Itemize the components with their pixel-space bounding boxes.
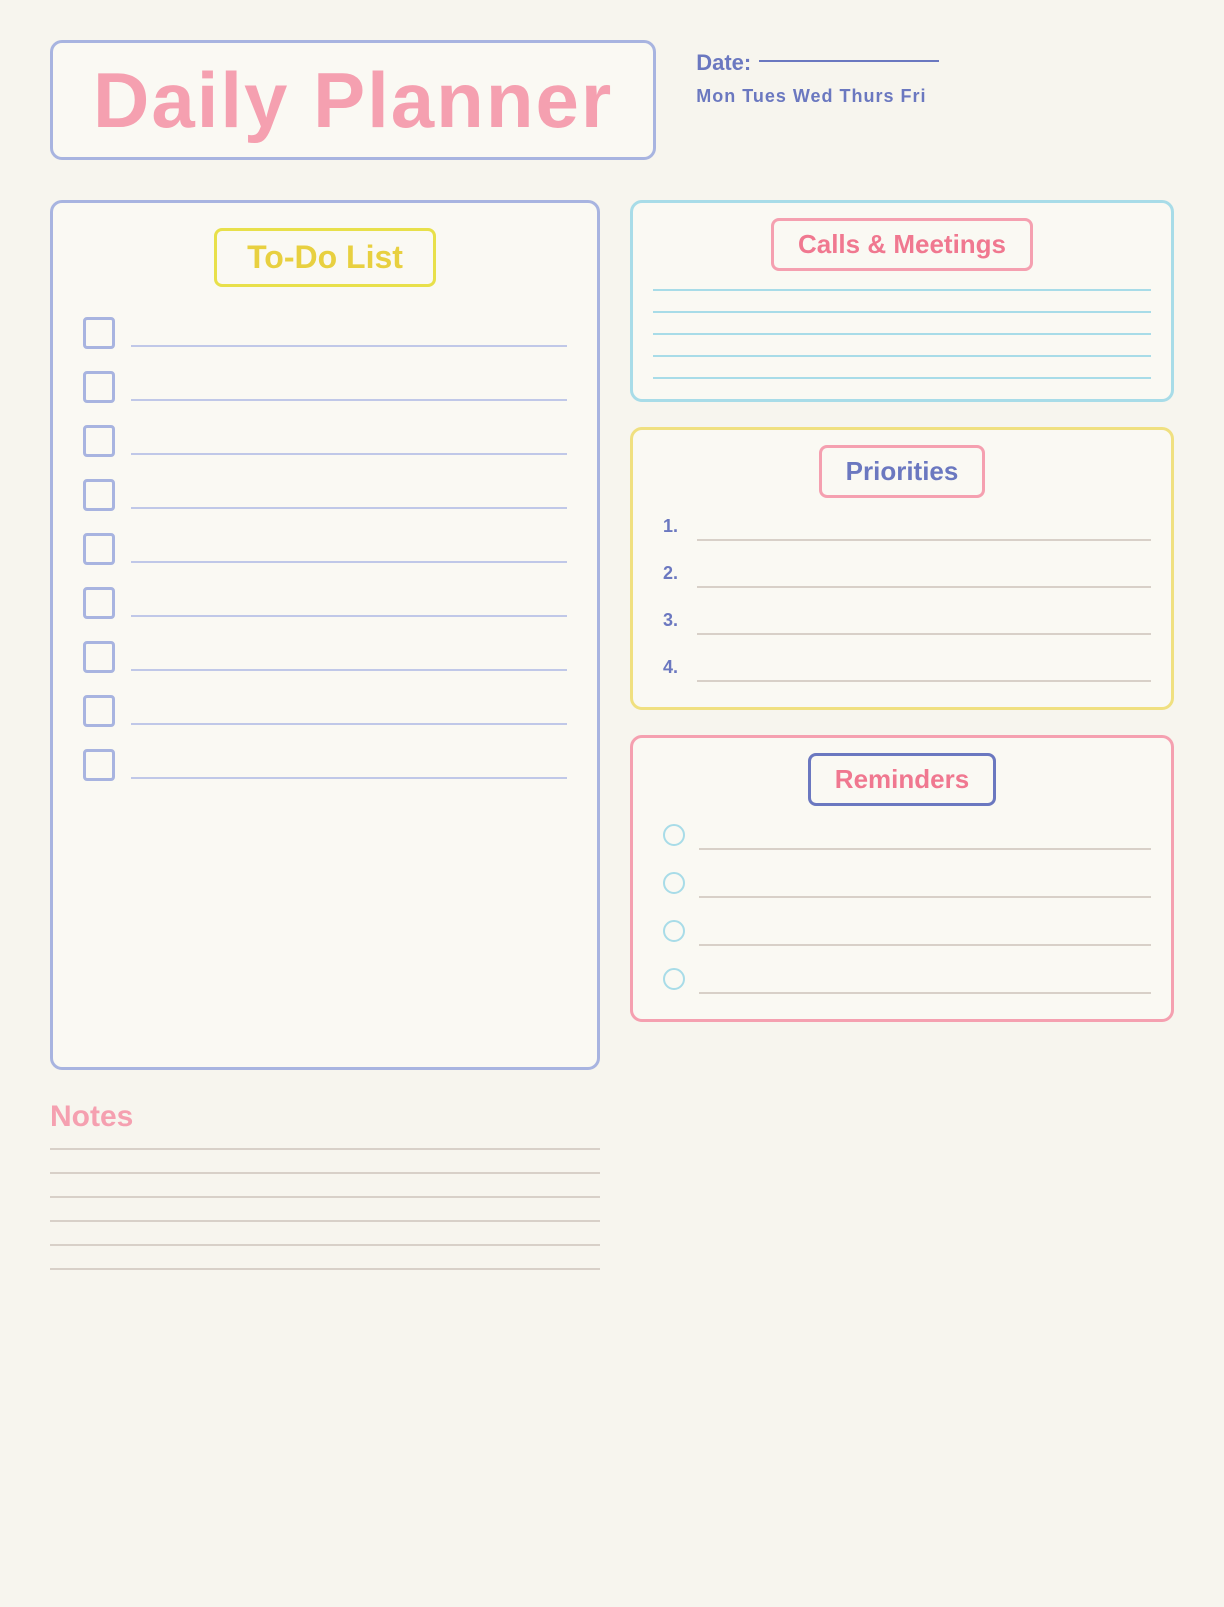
todo-checkbox-2[interactable] <box>83 371 115 403</box>
todo-title-wrapper: To-Do List <box>83 228 567 287</box>
priority-num-4: 4. <box>663 657 687 678</box>
priority-item-4: 4. <box>663 657 1151 682</box>
title-box: Daily Planner <box>50 40 656 160</box>
todo-checkbox-9[interactable] <box>83 749 115 781</box>
main-content: To-Do List <box>50 200 1174 1270</box>
todo-item <box>83 641 567 677</box>
todo-line-4 <box>131 507 567 509</box>
right-column: Calls & Meetings Priorities 1. <box>630 200 1174 1022</box>
todo-line-1 <box>131 345 567 347</box>
priorities-section: Priorities 1. 2. 3. 4. <box>630 427 1174 710</box>
left-column: To-Do List <box>50 200 600 1270</box>
notes-line-1 <box>50 1148 600 1150</box>
todo-checkbox-7[interactable] <box>83 641 115 673</box>
priorities-title: Priorities <box>819 445 986 498</box>
todo-checkbox-5[interactable] <box>83 533 115 565</box>
priority-line-3 <box>697 633 1151 635</box>
todo-line-9 <box>131 777 567 779</box>
todo-checkbox-4[interactable] <box>83 479 115 511</box>
priority-num-3: 3. <box>663 610 687 631</box>
priority-item-1: 1. <box>663 516 1151 541</box>
calls-line-2 <box>653 311 1151 313</box>
reminder-line-4 <box>699 992 1151 994</box>
date-label: Date: <box>696 50 751 76</box>
reminder-line-1 <box>699 848 1151 850</box>
calls-title: Calls & Meetings <box>771 218 1033 271</box>
priority-line-1 <box>697 539 1151 541</box>
reminder-item-2 <box>663 872 1151 898</box>
priority-num-1: 1. <box>663 516 687 537</box>
todo-checkbox-6[interactable] <box>83 587 115 619</box>
priority-item-3: 3. <box>663 610 1151 635</box>
priority-line-4 <box>697 680 1151 682</box>
priority-item-2: 2. <box>663 563 1151 588</box>
reminders-list <box>653 824 1151 994</box>
todo-line-2 <box>131 399 567 401</box>
days-row: Mon Tues Wed Thurs Fri <box>696 86 939 107</box>
notes-line-5 <box>50 1244 600 1246</box>
calls-section: Calls & Meetings <box>630 200 1174 402</box>
todo-line-8 <box>131 723 567 725</box>
todo-item <box>83 533 567 569</box>
reminders-title-wrapper: Reminders <box>653 753 1151 806</box>
todo-item <box>83 695 567 731</box>
calls-line-5 <box>653 377 1151 379</box>
todo-checkbox-8[interactable] <box>83 695 115 727</box>
priorities-title-wrapper: Priorities <box>653 445 1151 498</box>
date-row: Date: <box>696 50 939 76</box>
todo-checkbox-1[interactable] <box>83 317 115 349</box>
reminder-circle-3[interactable] <box>663 920 685 942</box>
reminder-item-3 <box>663 920 1151 946</box>
todo-item <box>83 317 567 353</box>
reminder-circle-1[interactable] <box>663 824 685 846</box>
notes-title: Notes <box>50 1100 600 1134</box>
calls-line-3 <box>653 333 1151 335</box>
reminder-line-2 <box>699 896 1151 898</box>
todo-items <box>83 317 567 785</box>
todo-title: To-Do List <box>214 228 436 287</box>
notes-line-6 <box>50 1268 600 1270</box>
todo-item <box>83 587 567 623</box>
todo-line-6 <box>131 615 567 617</box>
calls-lines <box>653 289 1151 379</box>
reminder-item-4 <box>663 968 1151 994</box>
notes-line-4 <box>50 1220 600 1222</box>
todo-line-7 <box>131 669 567 671</box>
priority-line-2 <box>697 586 1151 588</box>
todo-section: To-Do List <box>50 200 600 1070</box>
notes-line-2 <box>50 1172 600 1174</box>
todo-checkbox-3[interactable] <box>83 425 115 457</box>
priorities-list: 1. 2. 3. 4. <box>653 516 1151 682</box>
reminder-circle-2[interactable] <box>663 872 685 894</box>
reminder-line-3 <box>699 944 1151 946</box>
todo-item <box>83 749 567 785</box>
notes-lines <box>50 1148 600 1270</box>
todo-line-5 <box>131 561 567 563</box>
calls-line-1 <box>653 289 1151 291</box>
calls-title-wrapper: Calls & Meetings <box>653 218 1151 271</box>
date-area: Date: Mon Tues Wed Thurs Fri <box>696 40 939 107</box>
reminder-circle-4[interactable] <box>663 968 685 990</box>
todo-line-3 <box>131 453 567 455</box>
page-title: Daily Planner <box>93 61 613 139</box>
todo-item <box>83 425 567 461</box>
header: Daily Planner Date: Mon Tues Wed Thurs F… <box>50 40 1174 160</box>
todo-item <box>83 479 567 515</box>
priority-num-2: 2. <box>663 563 687 584</box>
reminders-section: Reminders <box>630 735 1174 1022</box>
notes-section: Notes <box>50 1100 600 1270</box>
reminder-item-1 <box>663 824 1151 850</box>
calls-line-4 <box>653 355 1151 357</box>
date-underline <box>759 60 939 62</box>
notes-line-3 <box>50 1196 600 1198</box>
reminders-title: Reminders <box>808 753 996 806</box>
todo-item <box>83 371 567 407</box>
